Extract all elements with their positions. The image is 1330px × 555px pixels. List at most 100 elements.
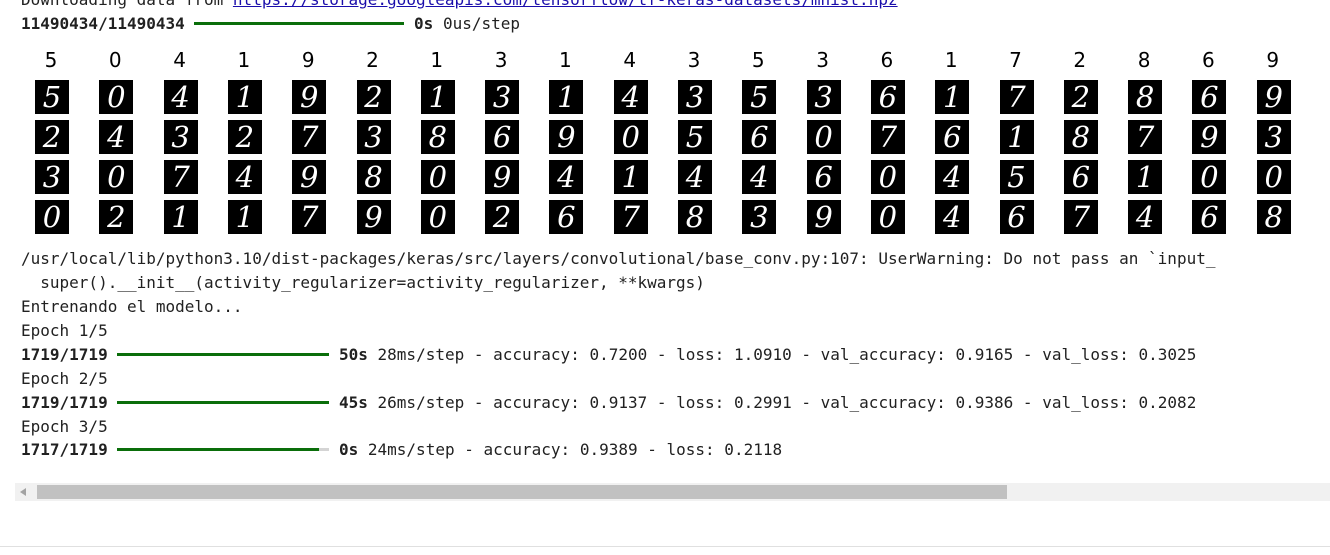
scroll-left-arrow-icon[interactable]	[20, 488, 26, 496]
digit-glyph: 7	[1135, 120, 1155, 154]
digit-image: 9	[292, 160, 327, 194]
digit-image: 6	[999, 200, 1034, 234]
digit-glyph: 4	[942, 160, 962, 194]
digit-label: 0	[108, 48, 122, 72]
digit-image: 6	[485, 120, 520, 154]
digit-glyph: 9	[299, 160, 319, 194]
digit-image: 2	[485, 200, 520, 234]
digit-glyph: 2	[235, 120, 255, 154]
digit-glyph: 1	[942, 80, 962, 114]
digit-glyph: 0	[428, 200, 448, 234]
digit-image: 4	[1128, 200, 1163, 234]
digit-image: 3	[485, 80, 520, 114]
digit-glyph: 5	[1007, 160, 1026, 194]
digit-image: 9	[1192, 120, 1227, 154]
digit-label: 3	[687, 48, 701, 72]
digit-glyph: 7	[299, 200, 319, 234]
digit-glyph: 7	[1007, 80, 1026, 114]
horizontal-scrollbar[interactable]	[15, 483, 1330, 501]
digit-glyph: 0	[107, 160, 126, 194]
warning-line-1: /usr/local/lib/python3.10/dist-packages/…	[21, 249, 1216, 268]
digit-glyph: 8	[1071, 120, 1091, 154]
epoch-1-time: 50s	[338, 345, 368, 364]
digit-image: 0	[35, 200, 69, 234]
digit-image: 9	[356, 200, 391, 234]
digit-image: 3	[678, 80, 712, 114]
epoch-2-header: Epoch 2/5	[21, 369, 108, 388]
digit-image: 3	[806, 80, 841, 114]
epoch-3-progress-bar	[117, 448, 330, 451]
digit-glyph: 0	[621, 120, 640, 154]
digit-image: 0	[806, 120, 841, 154]
digit-image: 9	[1256, 80, 1291, 114]
digit-glyph: 0	[814, 120, 833, 154]
digit-label: 2	[366, 48, 379, 72]
digit-image: 3	[356, 120, 391, 154]
epoch-1-metrics: 28ms/step - accuracy: 0.7200 - loss: 1.0…	[377, 345, 1197, 364]
epoch-2-progress-fill	[117, 401, 330, 404]
training-status: Entrenando el modelo...	[21, 297, 243, 316]
digit-glyph: 1	[557, 80, 576, 114]
digit-glyph: 4	[750, 160, 769, 194]
digit-image: 8	[1063, 120, 1098, 154]
digit-glyph: 1	[1007, 120, 1026, 154]
digit-image: 6	[806, 160, 841, 194]
digit-image: 3	[35, 160, 69, 194]
digit-image: 7	[1063, 200, 1098, 234]
digit-image: 8	[678, 200, 712, 234]
digit-glyph: 9	[1200, 120, 1219, 154]
digit-image: 7	[163, 160, 198, 194]
epoch-1-header: Epoch 1/5	[21, 321, 108, 340]
digit-glyph: 7	[878, 120, 898, 154]
digit-glyph: 8	[428, 120, 448, 154]
dataset-url-link[interactable]: https://storage.googleapis.com/tensorflo…	[233, 0, 898, 9]
digit-image: 4	[163, 80, 198, 114]
digit-glyph: 0	[878, 200, 898, 234]
digit-image: 8	[356, 160, 391, 194]
download-prefix: Downloading data from	[21, 0, 233, 9]
digit-label: 5	[44, 48, 58, 72]
digit-image: 1	[1128, 160, 1163, 194]
scrollbar-thumb[interactable]	[37, 485, 1007, 499]
digit-image: 3	[1256, 120, 1291, 154]
digit-glyph: 4	[557, 160, 576, 194]
digit-glyph: 0	[42, 200, 62, 234]
digit-glyph: 9	[492, 160, 512, 194]
digit-glyph: 6	[557, 200, 576, 234]
digit-glyph: 3	[42, 160, 62, 194]
epoch-3-time: 0s	[338, 440, 359, 459]
digit-glyph: 1	[1135, 160, 1155, 194]
digit-glyph: 7	[1071, 200, 1091, 234]
digit-image: 0	[1192, 160, 1227, 194]
digit-glyph: 4	[1135, 200, 1155, 234]
epoch-1-progress-fill	[117, 353, 330, 356]
digit-glyph: 4	[107, 120, 126, 154]
digit-image: 1	[420, 80, 455, 114]
digit-glyph: 5	[685, 120, 705, 154]
epoch-3-steps: 1717/1719	[21, 440, 108, 459]
digit-image: 0	[420, 200, 455, 234]
digit-image: 5	[742, 80, 777, 114]
digit-glyph: 2	[1071, 80, 1091, 114]
digit-glyph: 3	[685, 80, 705, 114]
digit-glyph: 2	[492, 200, 512, 234]
digit-glyph: 3	[364, 120, 383, 154]
digit-label: 8	[1137, 48, 1151, 72]
digit-glyph: 8	[1264, 200, 1283, 234]
digit-glyph: 9	[814, 200, 833, 234]
digit-image: 4	[99, 120, 134, 154]
digit-image: 1	[227, 80, 262, 114]
digit-image: 4	[613, 80, 648, 114]
digit-glyph: 6	[1007, 200, 1026, 234]
digit-image: 9	[806, 200, 841, 234]
digit-image: 0	[870, 200, 905, 234]
digit-label: 1	[430, 48, 444, 72]
digit-image: 4	[549, 160, 584, 194]
digit-image: 7	[292, 120, 327, 154]
digit-image: 4	[678, 160, 712, 194]
digit-glyph: 9	[1264, 80, 1283, 114]
digit-glyph: 3	[1264, 120, 1283, 154]
digit-glyph: 2	[364, 80, 383, 114]
digit-image: 8	[1256, 200, 1291, 234]
digit-image: 0	[420, 160, 455, 194]
